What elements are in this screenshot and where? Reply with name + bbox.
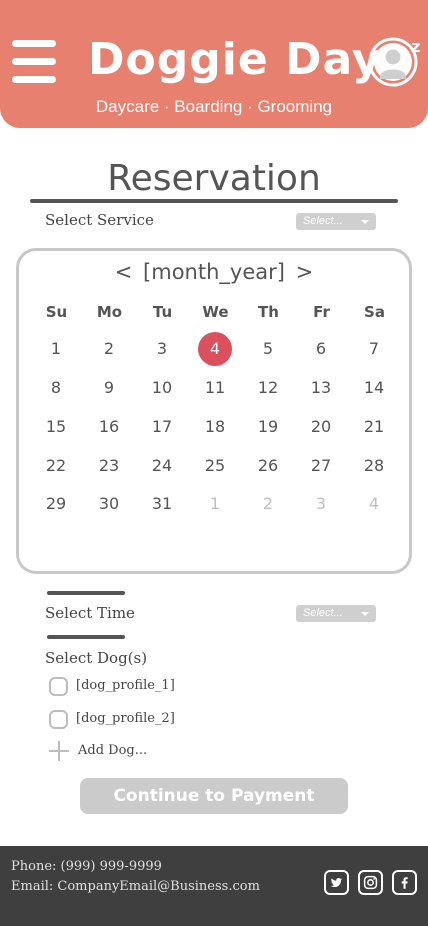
service-dropdown[interactable]: Select... [296, 213, 376, 230]
page-title: Reservation [107, 158, 321, 199]
calendar-day[interactable]: 3 [145, 332, 179, 366]
calendar-day[interactable]: 18 [198, 410, 232, 444]
calendar-day[interactable]: 5 [251, 332, 285, 366]
time-divider-bottom [47, 635, 125, 639]
dog-profile-1-checkbox[interactable] [49, 677, 68, 696]
time-dropdown-value: Select... [303, 607, 343, 619]
continue-to-payment-button[interactable]: Continue to Payment [80, 778, 348, 814]
weekday-label: Fr [313, 303, 330, 321]
hamburger-menu-icon[interactable] [12, 40, 56, 84]
footer-email: Email: CompanyEmail@Business.com [11, 879, 260, 894]
calendar-day[interactable]: 31 [145, 487, 179, 521]
calendar-day[interactable]: 8 [39, 371, 73, 405]
weekday-label: Su [45, 303, 68, 321]
weekday-label: Mo [96, 303, 123, 321]
calendar-day[interactable]: 29 [39, 487, 73, 521]
twitter-icon[interactable] [324, 870, 349, 895]
calendar-day[interactable]: 16 [92, 410, 126, 444]
calendar-day[interactable]: 30 [92, 487, 126, 521]
chevron-down-icon [361, 220, 369, 224]
weekday-label: Sa [364, 303, 385, 321]
time-divider-top [47, 591, 125, 595]
weekday-label: Tu [152, 303, 173, 321]
calendar-day[interactable]: 22 [39, 449, 73, 483]
calendar-header: < [month_year] > [0, 256, 428, 288]
calendar-day[interactable]: 20 [304, 410, 338, 444]
calendar-day[interactable]: 19 [251, 410, 285, 444]
next-month-button[interactable]: > [292, 260, 318, 284]
calendar-day[interactable]: 11 [198, 371, 232, 405]
calendar-day[interactable]: 26 [251, 449, 285, 483]
calendar-day[interactable]: 2 [251, 487, 285, 521]
weekday-label: Th [258, 303, 279, 321]
calendar-day[interactable]: 25 [198, 449, 232, 483]
calendar-day[interactable]: 13 [304, 371, 338, 405]
month-year-label: [month_year] [143, 260, 285, 284]
select-dogs-label: Select Dog(s) [45, 649, 148, 667]
footer-phone: Phone: (999) 999-9999 [11, 859, 162, 874]
calendar-day[interactable]: 27 [304, 449, 338, 483]
calendar-day[interactable]: 1 [198, 487, 232, 521]
calendar-day[interactable]: 23 [92, 449, 126, 483]
chevron-down-icon [361, 612, 369, 616]
calendar-day[interactable]: 21 [357, 410, 391, 444]
calendar-day[interactable]: 2 [92, 332, 126, 366]
calendar-day[interactable]: 7 [357, 332, 391, 366]
time-dropdown[interactable]: Select... [296, 605, 376, 622]
calendar-day[interactable]: 6 [304, 332, 338, 366]
calendar-day[interactable]: 9 [92, 371, 126, 405]
app-header: Doggie Dayzz z Daycare · Boarding · Groo… [0, 0, 428, 128]
calendar-day[interactable]: 28 [357, 449, 391, 483]
select-time-label: Select Time [45, 604, 135, 622]
weekday-label: We [202, 303, 229, 321]
tagline: Daycare · Boarding · Grooming [95, 97, 333, 116]
calendar-day[interactable]: 12 [251, 371, 285, 405]
service-dropdown-value: Select... [303, 215, 343, 227]
calendar-day[interactable]: 4 [357, 487, 391, 521]
dog-profile-1-label: [dog_profile_1] [76, 678, 175, 693]
calendar-day[interactable]: 3 [304, 487, 338, 521]
calendar-day-selected[interactable]: 4 [198, 332, 232, 366]
dog-profile-2-checkbox[interactable] [49, 710, 68, 729]
add-dog-plus-icon[interactable] [49, 741, 69, 761]
calendar-day[interactable]: 17 [145, 410, 179, 444]
calendar-day[interactable]: 1 [39, 332, 73, 366]
calendar-day[interactable]: 15 [39, 410, 73, 444]
title-divider [30, 199, 398, 203]
instagram-icon[interactable] [358, 870, 383, 895]
dog-profile-2-label: [dog_profile_2] [76, 711, 175, 726]
add-dog-link[interactable]: Add Dog... [78, 742, 147, 760]
user-avatar-icon[interactable] [368, 37, 418, 87]
calendar-day[interactable]: 10 [145, 371, 179, 405]
facebook-icon[interactable] [392, 870, 417, 895]
prev-month-button[interactable]: < [111, 260, 137, 284]
calendar-day[interactable]: 14 [357, 371, 391, 405]
select-service-label: Select Service [45, 211, 154, 229]
calendar-day[interactable]: 24 [145, 449, 179, 483]
